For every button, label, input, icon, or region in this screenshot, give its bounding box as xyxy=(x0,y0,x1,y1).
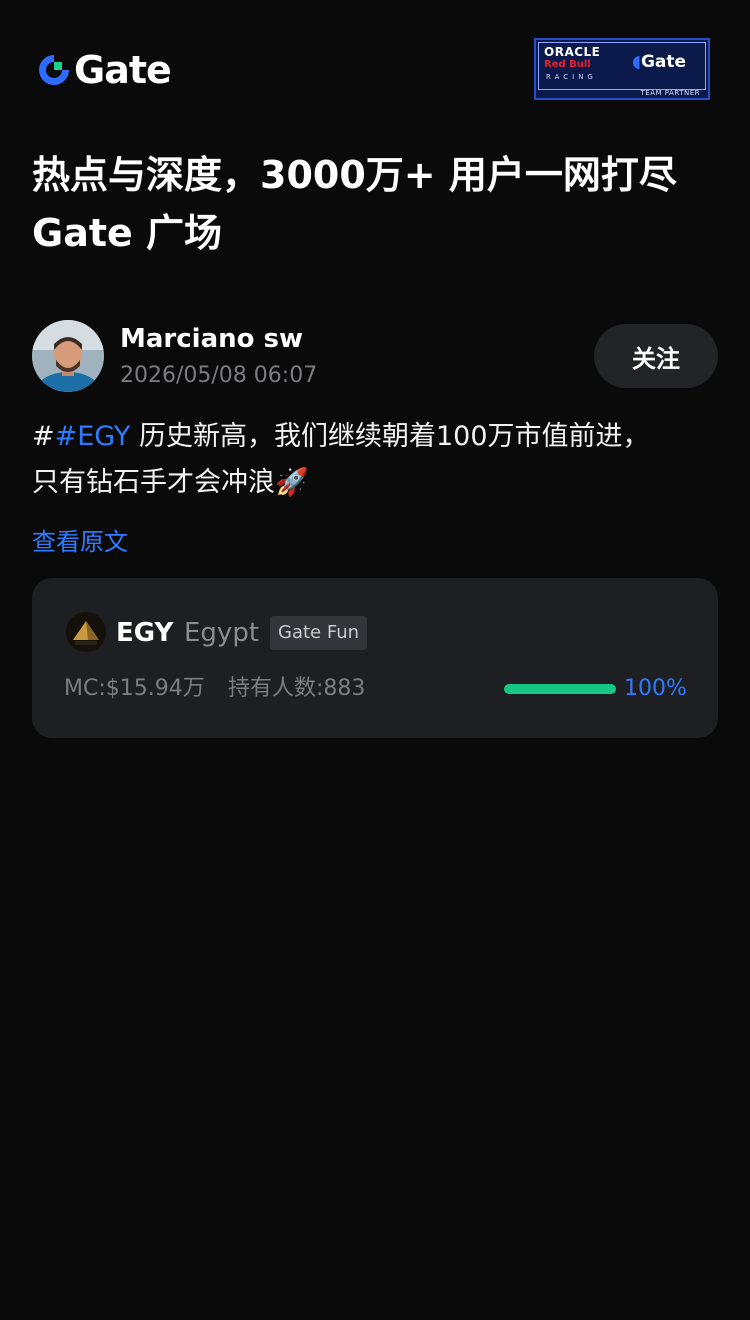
hashtag-link[interactable]: #EGY xyxy=(55,421,131,452)
partner-redbull-text: Red Bull xyxy=(544,59,591,70)
team-partner-text: TEAM PARTNER xyxy=(640,89,700,97)
token-name: Egypt xyxy=(184,618,260,648)
market-cap: MC:$15.94万 xyxy=(64,676,205,701)
author-avatar[interactable] xyxy=(32,320,104,392)
logo-text: Gate xyxy=(74,48,172,92)
partner-banner[interactable]: ORACLE Red Bull RACING ◖Gate TEAM PARTNE… xyxy=(534,38,710,100)
token-icon xyxy=(66,612,106,652)
avatar-image xyxy=(32,320,104,392)
post-timestamp: 2026/05/08 06:07 xyxy=(120,363,318,388)
partner-gate-text: ◖Gate xyxy=(632,52,686,72)
post-line-1: ##EGY 历史新高，我们继续朝着100万市值前进， xyxy=(32,414,722,460)
post-line-2: 只有钻石手才会冲浪🚀 xyxy=(32,467,309,498)
token-card[interactable]: EGY Egypt Gate Fun MC:$15.94万 持有人数:883 1… xyxy=(32,578,718,738)
partner-gate-label: Gate xyxy=(640,52,687,72)
partner-racing-text: RACING xyxy=(546,73,597,81)
page-headline: 热点与深度，3000万+ 用户一网打尽 Gate 广场 xyxy=(32,146,722,262)
gate-logo-icon xyxy=(39,55,70,85)
progress-label: 100% xyxy=(624,676,687,701)
bonding-progress-bar xyxy=(504,684,616,694)
hash-symbol: # xyxy=(32,421,55,452)
headline-line-1: 热点与深度，3000万+ 用户一网打尽 xyxy=(32,153,677,197)
follow-button[interactable]: 关注 xyxy=(594,324,718,388)
post-text-1: 历史新高，我们继续朝着100万市值前进， xyxy=(130,421,650,452)
pyramid-icon xyxy=(66,612,106,652)
partner-oracle-text: ORACLE xyxy=(544,45,601,59)
view-original-link[interactable]: 查看原文 xyxy=(32,524,128,560)
partner-gate-icon: ◖ xyxy=(632,52,641,72)
holders-count: 持有人数:883 xyxy=(228,676,366,701)
token-symbol: EGY xyxy=(116,618,174,648)
progress-fill xyxy=(504,684,616,694)
gate-logo[interactable]: Gate xyxy=(36,48,172,92)
post-content: ##EGY 历史新高，我们继续朝着100万市值前进， 只有钻石手才会冲浪🚀 xyxy=(32,414,722,506)
headline-line-2: Gate 广场 xyxy=(32,211,223,255)
author-name[interactable]: Marciano sw xyxy=(120,322,303,356)
gate-fun-badge: Gate Fun xyxy=(270,616,368,650)
